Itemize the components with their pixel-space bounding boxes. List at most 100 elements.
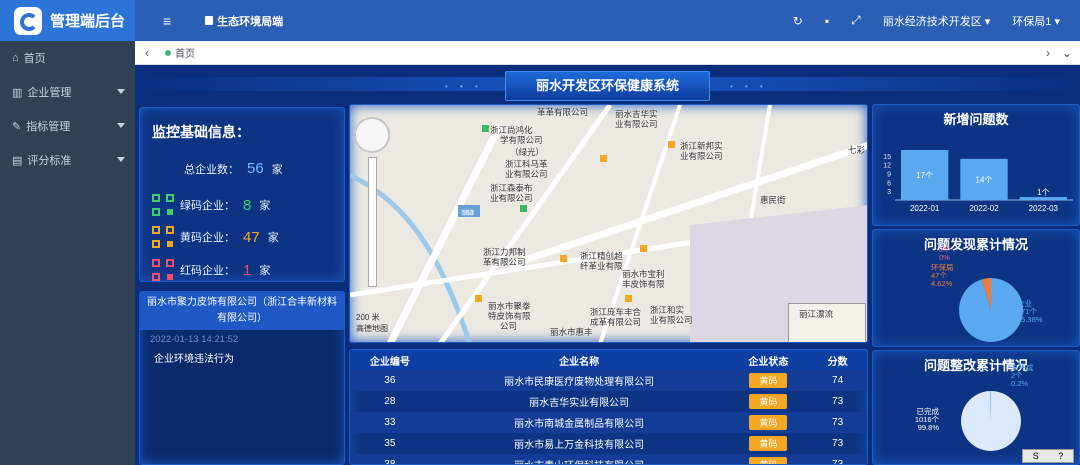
table-header: 企业编号 企业名称 企业状态 分数	[350, 350, 867, 370]
status-badge: 黄码	[749, 415, 788, 430]
company-table: 企业编号 企业名称 企业状态 分数 36 丽水市民康医疗废物处理有限公司 黄码 74 2…	[349, 349, 868, 465]
y-tick-label: 15	[883, 154, 891, 161]
tab-menu-icon[interactable]: ⌄	[1062, 46, 1072, 60]
green-qr-icon	[152, 194, 174, 216]
map-label: 学有限公司	[500, 135, 543, 145]
sidebar-item-indicator[interactable]: ✎ 指标管理	[0, 109, 135, 143]
pie-label: 99.8%	[918, 423, 940, 432]
company-name: 丽水市易上万金科技有限公司	[514, 440, 645, 451]
sidebar-item-company[interactable]: ▥ 企业管理	[0, 75, 135, 109]
yellow-marker-icon[interactable]	[640, 245, 647, 252]
bank-icon: ▥	[12, 86, 23, 99]
table-row[interactable]: 35 丽水市易上万金科技有限公司 黄码 73	[350, 433, 867, 454]
district-dropdown[interactable]: 丽水经济技术开发区 ▾	[883, 13, 991, 29]
map-lake-label: 七彩	[848, 145, 866, 155]
map-label: 浙江和实	[650, 305, 685, 315]
alert-message: 企业环境违法行为	[154, 354, 234, 365]
map-label: 浙江科马革	[505, 159, 548, 169]
map-label: 公司	[500, 321, 518, 331]
new-issues-panel: 新增问题数 15 12 9 6 3 17个 2022-01 14个 2022-02 1个 2022-…	[872, 104, 1080, 226]
sidebar-item-home[interactable]: ⌂ 首页	[0, 41, 135, 75]
tab-home[interactable]: 首页	[165, 45, 195, 60]
alert-date: 2022-01-13 14:21:52	[150, 334, 239, 345]
map-label: 纤革业有限	[580, 261, 623, 271]
alert-company[interactable]: 丽水市聚力皮饰有限公司（浙江合丰新材料有限公司）	[140, 292, 344, 330]
table-row[interactable]: 33 丽水市南城金属制品有限公司 黄码 73	[350, 412, 867, 433]
sidebar-item-scoring[interactable]: ▤ 评分标准	[0, 143, 135, 177]
status-badge: 黄码	[749, 436, 788, 451]
trash-icon[interactable]: ▪	[825, 14, 829, 28]
bar	[1019, 197, 1067, 200]
total-count: 56	[247, 160, 264, 177]
red-count-row: 红码企业： 1 家	[152, 259, 270, 281]
issue-fix-panel: 问题整改累计情况 已完成 1016个 99.8% 未完成 2个 0.2%	[872, 350, 1080, 465]
y-tick-label: 3	[887, 189, 891, 196]
tab-scroll-right-icon[interactable]: ›	[1046, 46, 1050, 60]
yellow-qr-icon	[152, 226, 174, 248]
red-qr-icon	[152, 259, 174, 281]
app-title: 管理端后台	[50, 13, 126, 30]
app-logo[interactable]: 管理端后台	[0, 0, 135, 41]
table-row[interactable]: 28 丽水吉华实业有限公司 黄码 73	[350, 391, 867, 412]
status-badge: 黄码	[749, 373, 788, 388]
alert-panel[interactable]: 丽水市聚力皮饰有限公司（浙江合丰新材料有限公司） 2022-01-13 14:2…	[139, 291, 345, 465]
ime-icon[interactable]: S	[1033, 451, 1039, 461]
map-label: 浙江精创超	[580, 251, 623, 261]
home-icon: ⌂	[12, 52, 19, 64]
table-row[interactable]: 36 丽水市民康医疗废物处理有限公司 黄码 74	[350, 370, 867, 391]
map-zoom-slider[interactable]	[368, 157, 377, 287]
yellow-marker-icon[interactable]	[560, 255, 567, 262]
tab-scroll-left-icon[interactable]: ‹	[135, 45, 159, 60]
map-label: 浙江庞车丰合	[590, 307, 642, 317]
chevron-down-icon	[117, 157, 125, 166]
map-road-number: 553	[462, 210, 474, 217]
pie-label: 4.62%	[931, 279, 953, 288]
system-tray[interactable]: S?	[1022, 449, 1074, 463]
issue-distribution-panel: 问题发现累计情况 企业 971个 95.38% 环保局 47个 4.62% 0个 0%	[872, 229, 1080, 347]
map-thumbnail[interactable]: 丽江漂流	[788, 303, 866, 342]
company-score: 73	[832, 417, 844, 428]
y-tick-label: 12	[883, 163, 891, 170]
map-street-label: 惠民街	[760, 195, 786, 205]
pie-label: 0.2%	[1011, 379, 1028, 388]
map-pan-control[interactable]	[354, 117, 390, 153]
x-tick-label: 2022-03	[1029, 204, 1059, 213]
chevron-down-icon	[117, 89, 125, 98]
bar-data-label: 17个	[916, 171, 933, 180]
help-icon[interactable]: ?	[1058, 451, 1063, 461]
yellow-marker-icon[interactable]	[600, 155, 607, 162]
book-icon: ▤	[12, 154, 23, 167]
dashboard-title: 丽水开发区环保健康系统	[505, 71, 710, 101]
new-issues-chart: 15 12 96 3 17个 2022-01 14个 2022-02 1个 2022-03	[883, 150, 1073, 213]
module-title[interactable]: 生态环境局端	[205, 13, 283, 29]
yellow-marker-icon[interactable]	[668, 141, 675, 148]
map-label: 业有限公司	[505, 169, 548, 179]
chevron-down-icon	[117, 123, 125, 132]
company-id: 33	[384, 417, 396, 428]
map-label: 丰皮饰有限	[622, 279, 665, 289]
map-view[interactable]: 553 惠民街 七彩 革革有限公司 浙江尚鸿化 学有限公司 （绿光） 浙江科马革…	[349, 104, 868, 343]
map-label: 业有限公司	[680, 151, 723, 161]
menu-toggle-icon[interactable]: ≡	[163, 13, 171, 29]
sidebar: ⌂ 首页 ▥ 企业管理 ✎ 指标管理 ▤ 评分标准	[0, 41, 135, 465]
green-marker-icon[interactable]	[482, 125, 489, 132]
green-marker-icon[interactable]	[520, 205, 527, 212]
map-brand: 高德地图	[356, 324, 388, 333]
map-label: 丽水吉华实	[615, 109, 658, 119]
yellow-marker-icon[interactable]	[475, 295, 482, 302]
y-tick-label: 9	[887, 172, 891, 179]
map-label: 业有限公司	[615, 119, 658, 129]
map-label: 丽水市惠丰	[550, 327, 593, 337]
yellow-count-row: 黄码企业： 47 家	[152, 226, 279, 248]
table-row[interactable]: 38 丽水市青山环保科技有限公司 黄码 73	[350, 454, 867, 465]
company-id: 35	[384, 438, 396, 449]
yellow-marker-icon[interactable]	[625, 295, 632, 302]
company-id: 38	[384, 459, 396, 465]
fullscreen-icon[interactable]: ⤢	[851, 13, 861, 28]
map-label: 浙江尚鸿化	[490, 125, 533, 135]
refresh-icon[interactable]: ↻	[793, 14, 803, 28]
user-dropdown[interactable]: 环保局1 ▾	[1012, 13, 1060, 29]
top-bar: ≡ 生态环境局端 ↻ ▪ ⤢ 丽水经济技术开发区 ▾ 环保局1 ▾	[135, 0, 1080, 41]
map-scale: 200 米高德地图	[356, 313, 388, 333]
map-label: 革有限公司	[483, 257, 526, 267]
